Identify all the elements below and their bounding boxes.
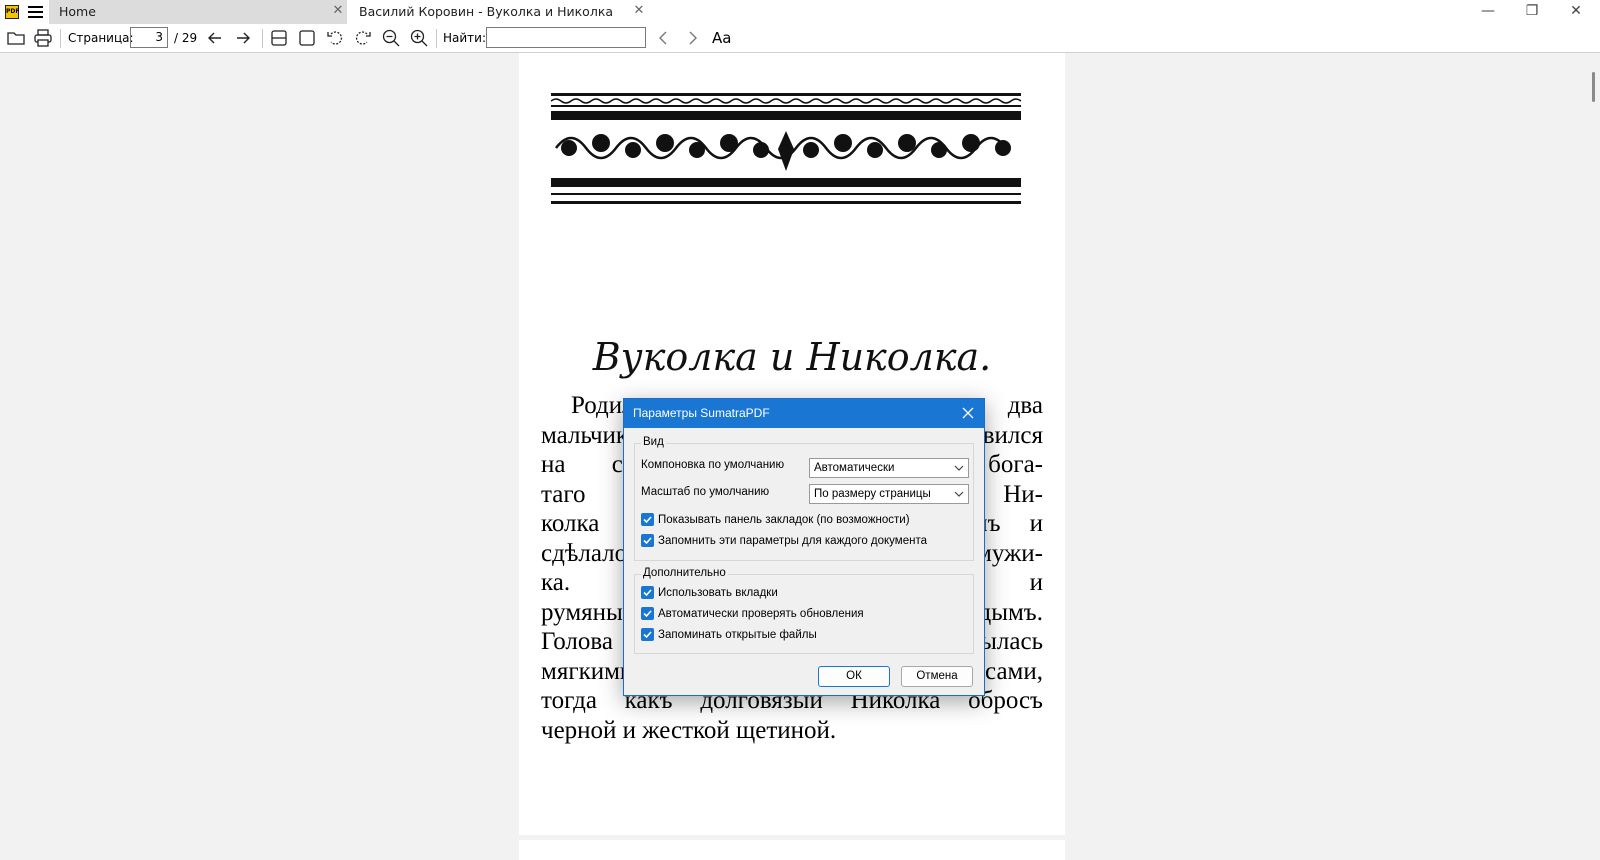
checkbox-checked-icon[interactable] bbox=[641, 586, 654, 599]
chevron-down-icon bbox=[954, 465, 964, 471]
title-bar: PDF Home ✕ Василий Коровин - Вуколка и Н… bbox=[0, 0, 1600, 43]
layout-select-value: Автоматически bbox=[814, 462, 895, 474]
show-bookmarks-checkbox[interactable]: Показывать панель закладок (по возможнос… bbox=[641, 512, 910, 528]
layout-select[interactable]: Автоматически bbox=[809, 458, 969, 478]
minimize-button[interactable]: — bbox=[1466, 0, 1510, 24]
check-updates-checkbox[interactable]: Автоматически проверять обновления bbox=[641, 606, 864, 622]
rotate-left-icon[interactable] bbox=[325, 28, 345, 48]
open-folder-icon[interactable] bbox=[6, 28, 26, 48]
find-input[interactable] bbox=[486, 27, 646, 48]
arrow-right-icon[interactable] bbox=[233, 28, 253, 48]
zoom-select-value: По размеру страницы bbox=[814, 488, 931, 500]
continuous-layout-icon[interactable] bbox=[269, 28, 289, 48]
menu-icon[interactable] bbox=[28, 6, 43, 18]
checkbox-checked-icon[interactable] bbox=[641, 628, 654, 641]
tab-document[interactable]: Василий Коровин - Вуколка и Николка (191… bbox=[349, 0, 644, 43]
view-group-label: Вид bbox=[641, 436, 666, 448]
toolbar-separator bbox=[262, 29, 263, 48]
toolbar-separator bbox=[436, 29, 437, 48]
maximize-button[interactable]: ❐ bbox=[1510, 0, 1554, 24]
page-label: Страница: bbox=[68, 31, 134, 45]
dialog-close-icon[interactable] bbox=[961, 406, 975, 420]
dialog-title: Параметры SumatraPDF bbox=[633, 406, 770, 420]
zoom-out-icon[interactable] bbox=[381, 28, 401, 48]
check-updates-label: Автоматически проверять обновления bbox=[658, 608, 864, 620]
close-window-button[interactable]: ✕ bbox=[1554, 0, 1598, 24]
zoom-in-icon[interactable] bbox=[409, 28, 429, 48]
single-page-icon[interactable] bbox=[297, 28, 317, 48]
remember-files-label: Запоминать открытые файлы bbox=[658, 629, 817, 641]
print-icon[interactable] bbox=[33, 28, 53, 48]
text-line: черной и жесткой щетиной. bbox=[541, 716, 837, 744]
arrow-left-icon[interactable] bbox=[205, 28, 225, 48]
zoom-select[interactable]: По размеру страницы bbox=[809, 484, 969, 504]
page-number-input[interactable]: 3 bbox=[130, 27, 168, 48]
toolbar-separator bbox=[60, 29, 61, 48]
vertical-scrollbar-thumb[interactable] bbox=[1592, 72, 1595, 102]
tab-document-close-icon[interactable]: ✕ bbox=[633, 4, 645, 17]
find-previous-icon[interactable] bbox=[654, 28, 674, 48]
use-tabs-checkbox[interactable]: Использовать вкладки bbox=[641, 585, 778, 601]
show-bookmarks-label: Показывать панель закладок (по возможнос… bbox=[658, 514, 910, 526]
dialog-title-bar: Параметры SumatraPDF bbox=[624, 399, 984, 428]
sumatra-logo-icon: PDF bbox=[5, 5, 19, 19]
tab-home-label: Home bbox=[59, 4, 96, 19]
find-label: Найти: bbox=[443, 31, 487, 45]
find-next-icon[interactable] bbox=[682, 28, 702, 48]
checkbox-checked-icon[interactable] bbox=[641, 607, 654, 620]
page-total: / 29 bbox=[174, 31, 198, 45]
zoom-label: Масштаб по умолчанию bbox=[641, 486, 770, 498]
advanced-group: Дополнительно Использовать вкладки Автом… bbox=[634, 567, 974, 654]
options-dialog: Параметры SumatraPDF Вид Компоновка по у… bbox=[623, 398, 985, 696]
remember-files-checkbox[interactable]: Запоминать открытые файлы bbox=[641, 627, 817, 643]
remember-per-document-label: Запомнить эти параметры для каждого доку… bbox=[658, 535, 927, 547]
next-document-page bbox=[519, 840, 1065, 860]
view-group: Вид Компоновка по умолчанию Автоматическ… bbox=[634, 436, 974, 561]
ok-button[interactable]: ОК bbox=[818, 666, 890, 687]
checkbox-checked-icon[interactable] bbox=[641, 513, 654, 526]
cancel-button[interactable]: Отмена bbox=[901, 666, 973, 687]
tab-home[interactable]: Home ✕ bbox=[49, 0, 347, 24]
chevron-down-icon bbox=[954, 491, 964, 497]
use-tabs-label: Использовать вкладки bbox=[658, 587, 778, 599]
advanced-group-label: Дополнительно bbox=[641, 567, 728, 579]
layout-label: Компоновка по умолчанию bbox=[641, 459, 785, 471]
remember-per-document-checkbox[interactable]: Запомнить эти параметры для каждого доку… bbox=[641, 533, 927, 549]
tab-home-close-icon[interactable]: ✕ bbox=[332, 4, 344, 17]
rotate-right-icon[interactable] bbox=[353, 28, 373, 48]
match-case-button[interactable]: Aa bbox=[712, 29, 731, 47]
document-title: Вуколка и Николка. bbox=[592, 335, 992, 379]
toolbar: Страница: 3 / 29 Найти: Aa bbox=[0, 24, 1600, 53]
checkbox-checked-icon[interactable] bbox=[641, 534, 654, 547]
ornament-border-icon bbox=[551, 93, 1021, 204]
